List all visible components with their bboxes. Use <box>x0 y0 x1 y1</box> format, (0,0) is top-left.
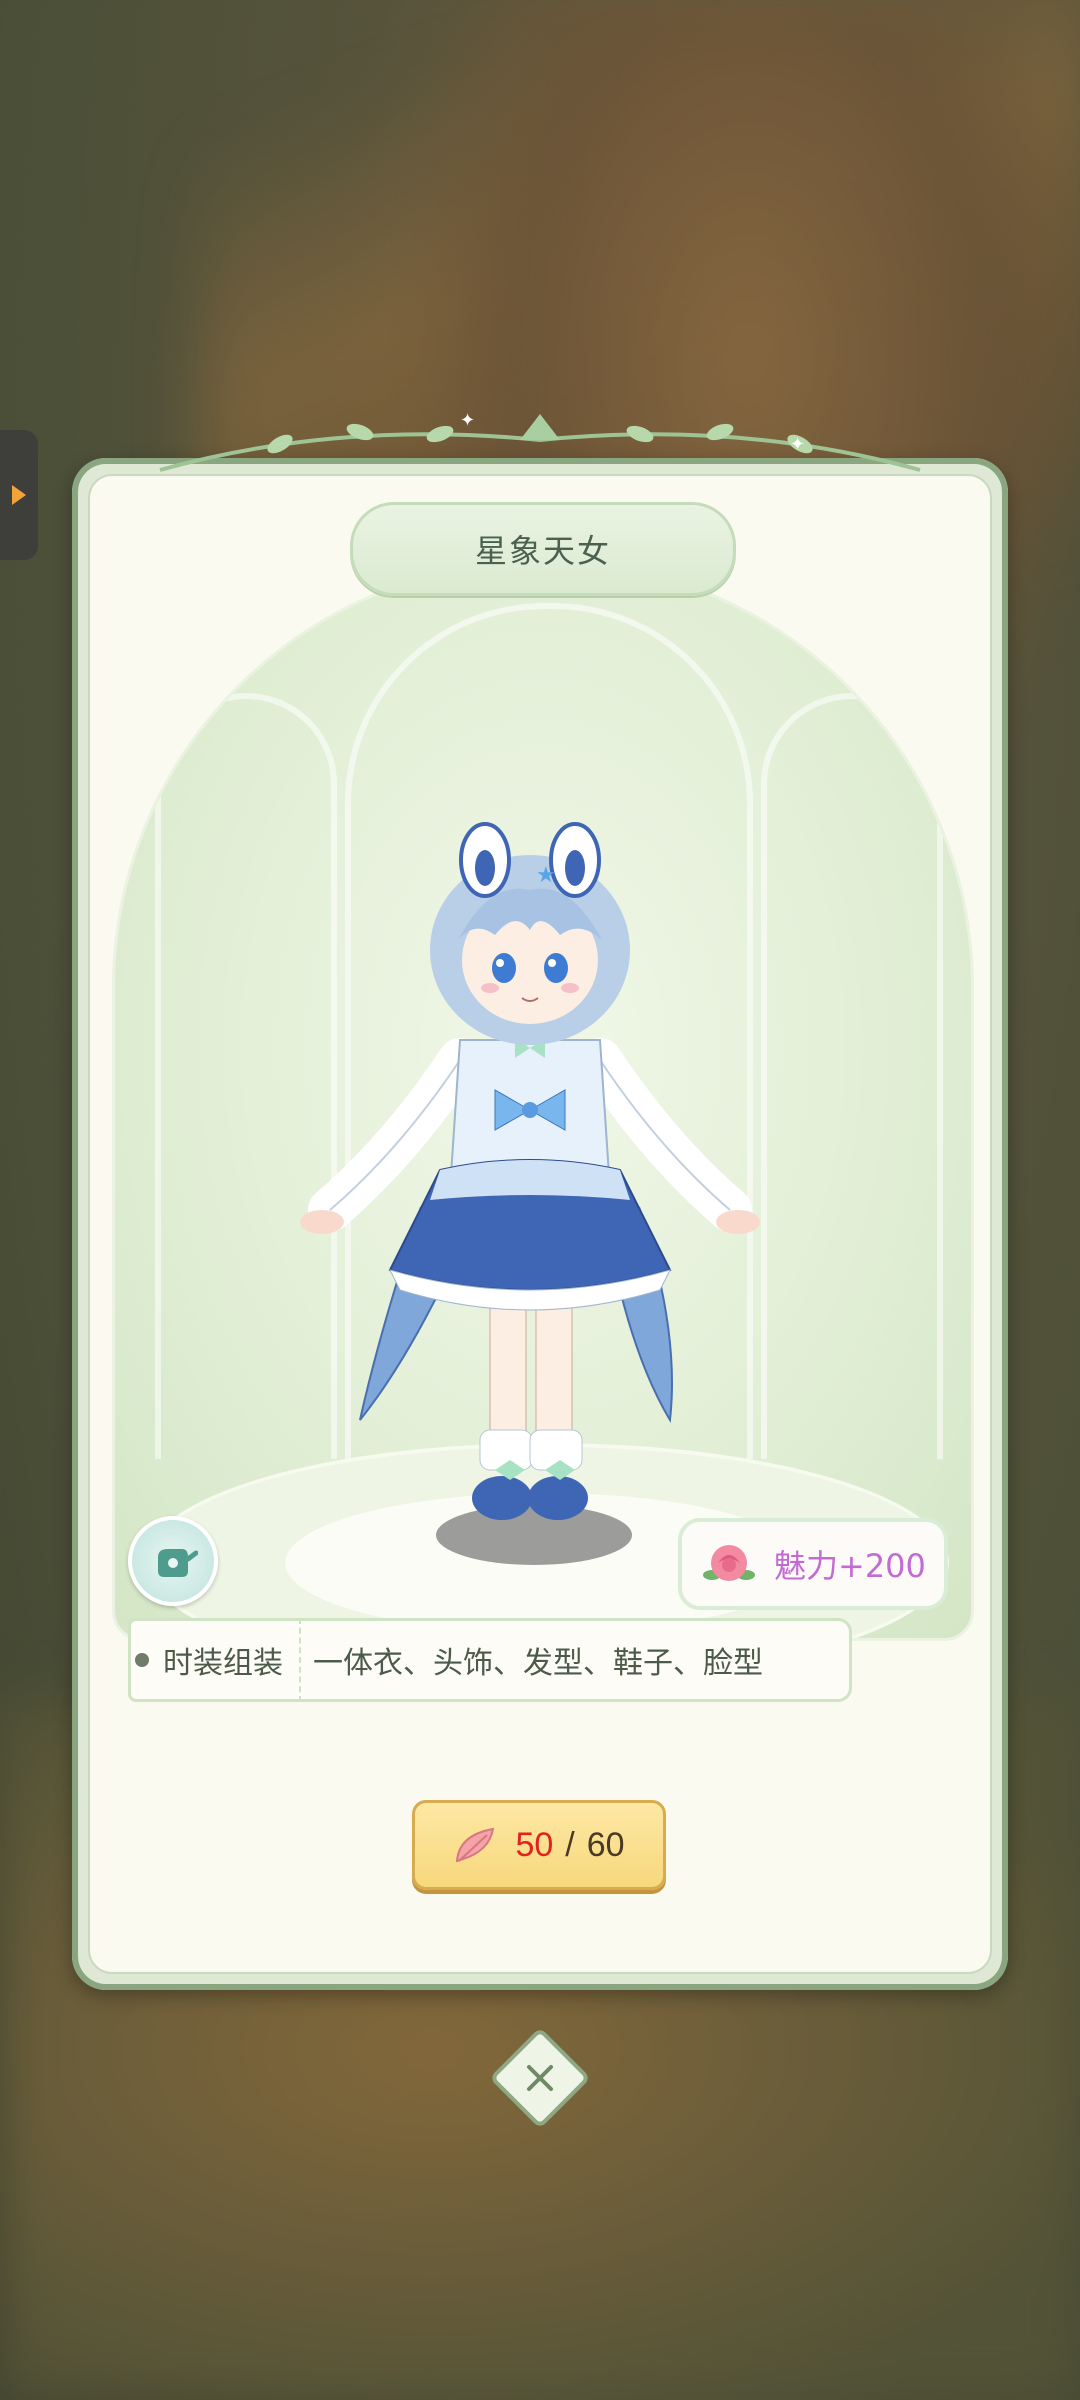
arrow-right-icon <box>12 485 26 505</box>
count-separator: / <box>565 1825 575 1864</box>
charm-badge: 魅力+200 <box>678 1518 948 1610</box>
bullet-dot-icon <box>135 1653 149 1667</box>
outfit-set-parts: 时装组装 一体衣、头饰、发型、鞋子、脸型 <box>128 1618 852 1702</box>
set-label: 时装组装 <box>163 1618 301 1702</box>
svg-text:✦: ✦ <box>460 410 475 431</box>
svg-text:✦: ✦ <box>790 434 805 455</box>
feather-icon <box>456 1827 495 1863</box>
required-count: 60 <box>586 1825 625 1864</box>
charm-value: 魅力+200 <box>774 1547 926 1585</box>
craft-cost-button[interactable]: 50 / 60 <box>412 1800 666 1890</box>
set-parts-list: 一体衣、头饰、发型、鞋子、脸型 <box>313 1646 763 1681</box>
side-drawer-tab[interactable] <box>0 430 38 560</box>
vine-decoration: ✦ ✦ <box>159 410 921 472</box>
rose-icon <box>703 1545 755 1581</box>
watering-can-button[interactable] <box>128 1516 218 1606</box>
owned-count: 50 <box>515 1825 554 1864</box>
watering-can-icon <box>158 1549 198 1577</box>
close-icon <box>527 2065 553 2091</box>
outfit-title-plaque: 星象天女 <box>350 502 736 596</box>
character-illustration: ★ <box>300 822 760 1520</box>
svg-text:★: ★ <box>536 863 556 888</box>
outfit-title: 星象天女 <box>474 532 611 570</box>
arch-window-right <box>761 693 943 1459</box>
